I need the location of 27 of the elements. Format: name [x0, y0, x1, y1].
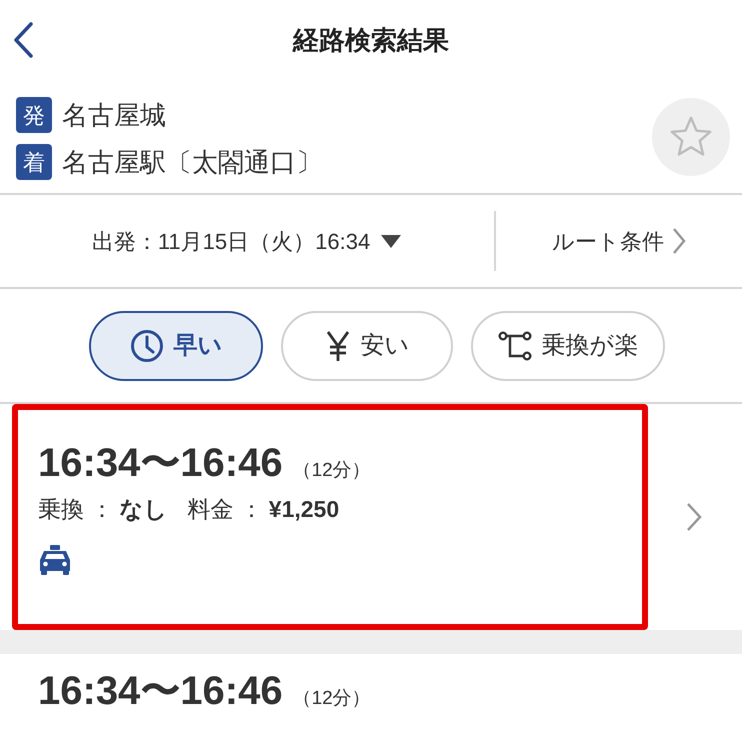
route-card[interactable]: 16:34〜16:46 （12分） 乗換 ： なし 料金 ： ¥1,250 [0, 404, 742, 630]
route-conditions-link[interactable]: ルート条件 [496, 195, 742, 287]
fare-label: 料金 ： [187, 495, 263, 524]
chevron-right-icon [672, 227, 686, 255]
station-name: 名古屋駅〔太閤通口〕 [62, 146, 322, 179]
station-name: 名古屋城 [62, 99, 166, 132]
screen-title: 経路検索結果 [293, 24, 449, 56]
route-time: 16:34〜16:46 [38, 440, 283, 487]
route-duration: （12分） [292, 687, 371, 711]
fare-value: ¥1,250 [268, 495, 340, 524]
station-badge: 着 [16, 144, 52, 180]
sort-tab[interactable]: 安い [281, 310, 453, 380]
route-time: 16:34〜16:46 [38, 668, 283, 715]
transfer-label: 乗換 ： [38, 495, 114, 524]
chevron-right-icon [686, 502, 702, 532]
taxi-icon [38, 544, 72, 574]
transfer-value: なし [119, 495, 168, 524]
sort-tab[interactable]: 乗換が楽 [471, 310, 665, 380]
transfer-route-icon [498, 330, 532, 360]
clock-icon [130, 328, 164, 362]
route-card[interactable]: 16:34〜16:46 （12分） [0, 654, 742, 734]
station-badge: 発 [16, 97, 52, 133]
sort-tab[interactable]: 早い [89, 310, 263, 380]
route-duration: （12分） [292, 459, 371, 483]
dropdown-icon [380, 233, 402, 249]
departure-selector[interactable]: 出発：11月15日（火）16:34 [0, 195, 494, 287]
yen-icon [324, 330, 350, 362]
